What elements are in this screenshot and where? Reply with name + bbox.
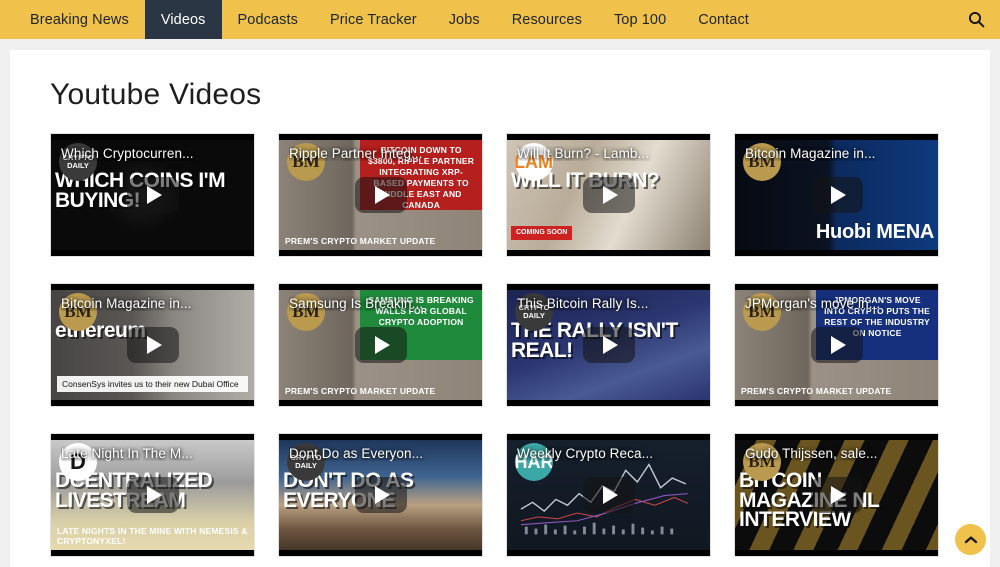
play-icon — [831, 186, 846, 204]
play-icon — [831, 486, 846, 504]
content-card: Youtube Videos WHICH COINS I'M BUYING!CR… — [10, 50, 990, 567]
video-grid: WHICH COINS I'M BUYING!CRYPTO DAILYWhich… — [50, 133, 950, 557]
thumbnail-tag-badge: COMING SOON — [511, 225, 573, 240]
play-icon — [603, 186, 618, 204]
play-icon — [147, 186, 162, 204]
play-button[interactable] — [810, 327, 863, 363]
search-icon — [968, 11, 984, 28]
video-card[interactable]: WHICH COINS I'M BUYING!CRYPTO DAILYWhich… — [50, 133, 255, 257]
nav-item-podcasts[interactable]: Podcasts — [222, 0, 314, 39]
video-card[interactable]: BITCOIN DOWN TO $3800, RIPPLE PARTNER IN… — [278, 133, 483, 257]
video-card[interactable]: BITCOIN MAGAZINE NL INTERVIEW BM Gudo Thij… — [734, 433, 939, 557]
video-thumbnail[interactable]: THE RALLY ISN'T REAL!CRYPTO DAILYThis Bi… — [506, 283, 711, 407]
play-button[interactable] — [810, 177, 863, 213]
video-title: Gudo Thijssen, sale... — [745, 446, 878, 461]
video-card[interactable]: JPMORGAN'S MOVE INTO CRYPTO PUTS THE RES… — [734, 283, 939, 407]
video-thumbnail[interactable]: SHAREWeekly Crypto Reca... — [506, 433, 711, 557]
nav-item-contact[interactable]: Contact — [682, 0, 765, 39]
video-thumbnail[interactable]: WHICH COINS I'M BUYING!CRYPTO DAILYWhich… — [50, 133, 255, 257]
video-title: Dont Do as Everyon... — [289, 446, 424, 461]
video-thumbnail[interactable]: BITCOIN DOWN TO $3800, RIPPLE PARTNER IN… — [278, 133, 483, 257]
video-title: JPMorgan's move in... — [745, 296, 881, 311]
video-title: This Bitcoin Rally Is... — [517, 296, 649, 311]
video-thumbnail[interactable]: DCENTRALIZED LIVESTREAMLATE NIGHTS IN TH… — [50, 433, 255, 557]
video-title: Bitcoin Magazine in... — [745, 146, 876, 161]
page-title: Youtube Videos — [50, 78, 262, 111]
thumbnail-lower-text: PREM'S CRYPTO MARKET UPDATE — [285, 386, 436, 397]
nav-item-jobs[interactable]: Jobs — [433, 0, 496, 39]
video-card[interactable]: Huobi MENA BM Bitcoin Magazine in... — [734, 133, 939, 257]
video-thumbnail[interactable]: BITCOIN MAGAZINE NL INTERVIEW BM Gudo Thij… — [734, 433, 939, 557]
nav-item-resources[interactable]: Resources — [496, 0, 598, 39]
play-button[interactable] — [582, 477, 635, 513]
video-thumbnail[interactable]: SAMSUNG IS BREAKING WALLS FOR GLOBAL CRY… — [278, 283, 483, 407]
video-title: Late Night In The M... — [61, 446, 193, 461]
video-card[interactable]: ethereum ConsenSys invites us to their ne… — [50, 283, 255, 407]
thumbnail-lower-text: LATE NIGHTS IN THE MINE WITH NEMESIS & C… — [57, 525, 248, 547]
video-thumbnail[interactable]: JPMORGAN'S MOVE INTO CRYPTO PUTS THE RES… — [734, 283, 939, 407]
video-card[interactable]: WILL IT BURN?COMING SOONFLAMEWill It Bur… — [506, 133, 711, 257]
play-icon — [147, 336, 162, 354]
chevron-up-icon — [964, 535, 977, 543]
play-button[interactable] — [354, 327, 407, 363]
play-button[interactable] — [354, 477, 407, 513]
video-thumbnail[interactable]: Huobi MENA BM Bitcoin Magazine in... — [734, 133, 939, 257]
play-button[interactable] — [810, 477, 863, 513]
play-button[interactable] — [582, 177, 635, 213]
video-card[interactable]: SHAREWeekly Crypto Reca... — [506, 433, 711, 557]
video-card[interactable]: SAMSUNG IS BREAKING WALLS FOR GLOBAL CRY… — [278, 283, 483, 407]
play-icon — [147, 486, 162, 504]
search-button[interactable] — [952, 0, 1000, 39]
page-wrapper: Youtube Videos WHICH COINS I'M BUYING!CR… — [0, 39, 1000, 567]
scroll-to-top-button[interactable] — [955, 524, 986, 555]
top-navigation-bar: Breaking News Videos Podcasts Price Tracker… — [0, 0, 1000, 39]
nav-item-top-100[interactable]: Top 100 — [598, 0, 682, 39]
nav-items-list: Breaking News Videos Podcasts Price Tracker… — [0, 0, 765, 39]
play-button[interactable] — [126, 177, 179, 213]
play-button[interactable] — [126, 477, 179, 513]
nav-item-breaking-news[interactable]: Breaking News — [14, 0, 145, 39]
thumbnail-caption-bar: ConsenSys invites us to their new Dubai … — [57, 376, 248, 392]
play-icon — [375, 186, 390, 204]
video-title: Will It Burn? - Lamb... — [517, 146, 650, 161]
video-thumbnail[interactable]: DON'T DO AS EVERYONE CRYPTO DAILY Dont Do … — [278, 433, 483, 557]
play-icon — [603, 336, 618, 354]
video-thumbnail[interactable]: WILL IT BURN?COMING SOONFLAMEWill It Bur… — [506, 133, 711, 257]
video-card[interactable]: DON'T DO AS EVERYONE CRYPTO DAILY Dont Do … — [278, 433, 483, 557]
thumbnail-lower-text: PREM'S CRYPTO MARKET UPDATE — [285, 236, 436, 247]
video-card[interactable]: THE RALLY ISN'T REAL!CRYPTO DAILYThis Bi… — [506, 283, 711, 407]
nav-item-videos[interactable]: Videos — [144, 0, 222, 39]
play-icon — [603, 486, 618, 504]
play-button[interactable] — [126, 327, 179, 363]
video-title: Samsung Is Breakin... — [289, 296, 424, 311]
play-icon — [831, 336, 846, 354]
thumbnail-lower-text: PREM'S CRYPTO MARKET UPDATE — [741, 386, 892, 397]
play-button[interactable] — [582, 327, 635, 363]
video-card[interactable]: DCENTRALIZED LIVESTREAMLATE NIGHTS IN TH… — [50, 433, 255, 557]
video-title: Ripple Partner Integ... — [289, 146, 423, 161]
play-icon — [375, 486, 390, 504]
video-title: Bitcoin Magazine in... — [61, 296, 192, 311]
play-icon — [375, 336, 390, 354]
nav-item-price-tracker[interactable]: Price Tracker — [314, 0, 433, 39]
thumbnail-wordmark: Huobi MENA — [815, 221, 934, 243]
video-title: Which Cryptocurren... — [61, 146, 194, 161]
video-thumbnail[interactable]: ethereum ConsenSys invites us to their ne… — [50, 283, 255, 407]
video-title: Weekly Crypto Reca... — [517, 446, 654, 461]
play-button[interactable] — [354, 177, 407, 213]
